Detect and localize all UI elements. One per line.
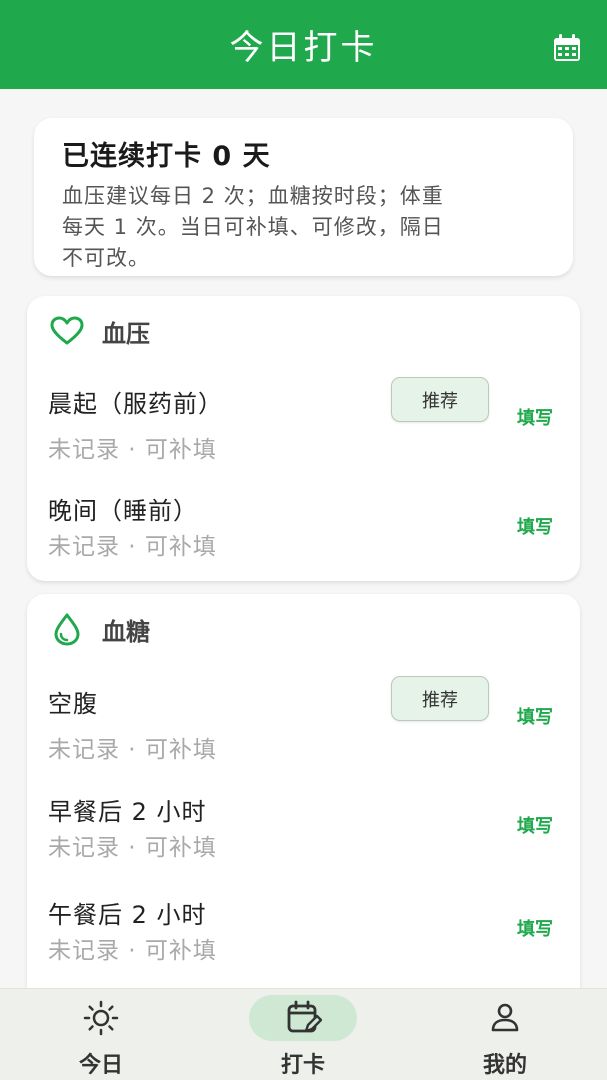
fill-button[interactable]: 填写: [517, 812, 553, 838]
calendar-icon: [554, 34, 580, 61]
entry-name: 空腹: [48, 690, 98, 718]
entry-status: 未记录 · 可补填: [48, 835, 217, 861]
entry-name: 晚间（睡前）: [48, 497, 198, 525]
recommend-badge[interactable]: 推荐: [391, 377, 489, 422]
fill-button[interactable]: 填写: [517, 703, 553, 729]
nav-label: 我的: [482, 1053, 527, 1078]
entry-bp-morning: 晨起（服药前） 未记录 · 可补填 推荐 填写: [48, 377, 568, 464]
fill-button[interactable]: 填写: [517, 513, 553, 539]
calendar-button[interactable]: [551, 32, 583, 64]
entry-status: 未记录 · 可补填: [48, 534, 217, 560]
blood-sugar-card: 血糖 空腹 未记录 · 可补填 推荐 填写 早餐后 2 小时 未记录 · 可补填…: [27, 594, 580, 1014]
entry-name: 晨起（服药前）: [48, 390, 223, 418]
nav-icon-container: [451, 995, 559, 1041]
entry-status: 未记录 · 可补填: [48, 437, 217, 463]
entry-name: 午餐后 2 小时: [48, 901, 207, 929]
blood-pressure-card: 血压 晨起（服药前） 未记录 · 可补填 推荐 填写 晚间（睡前） 未记录 · …: [27, 296, 580, 581]
streak-title: 已连续打卡 0 天: [62, 141, 271, 172]
sun-icon: [83, 1000, 119, 1036]
heart-icon: [50, 314, 84, 348]
nav-item-today[interactable]: 今日: [31, 989, 171, 1080]
section-header-blood-sugar: 血糖: [50, 612, 150, 646]
section-title: 血压: [102, 319, 150, 348]
bottom-navigation: 今日 打卡 我的: [0, 988, 607, 1080]
streak-desc-line: 不可改。: [62, 246, 150, 270]
section-header-blood-pressure: 血压: [50, 314, 150, 348]
entry-name: 早餐后 2 小时: [48, 798, 207, 826]
nav-item-mine[interactable]: 我的: [435, 989, 575, 1080]
entry-bs-fasting: 空腹 未记录 · 可补填 推荐 填写: [48, 676, 568, 764]
calendar-edit-icon: [287, 1000, 322, 1033]
drop-icon: [50, 612, 84, 646]
nav-item-checkin[interactable]: 打卡: [233, 989, 373, 1080]
streak-card: 已连续打卡 0 天 血压建议每日 2 次；血糖按时段；体重 每天 1 次。当日可…: [34, 118, 573, 276]
nav-icon-container: [249, 995, 357, 1041]
page-title: 今日打卡: [229, 28, 378, 68]
section-title: 血糖: [102, 617, 150, 646]
entry-bs-after-lunch: 午餐后 2 小时 未记录 · 可补填 填写: [48, 895, 568, 975]
entry-bs-after-breakfast: 早餐后 2 小时 未记录 · 可补填 填写: [48, 792, 568, 872]
entry-status: 未记录 · 可补填: [48, 737, 217, 763]
entry-bp-evening: 晚间（睡前） 未记录 · 可补填 填写: [48, 491, 568, 571]
fill-button[interactable]: 填写: [517, 404, 553, 430]
person-icon: [491, 1003, 519, 1032]
nav-label: 打卡: [280, 1053, 325, 1078]
recommend-badge[interactable]: 推荐: [391, 676, 489, 721]
top-app-bar: 今日打卡: [0, 0, 607, 89]
nav-label: 今日: [78, 1053, 123, 1078]
nav-icon-container: [47, 995, 155, 1041]
streak-desc-line: 每天 1 次。当日可补填、可修改，隔日: [62, 215, 444, 239]
fill-button[interactable]: 填写: [517, 915, 553, 941]
entry-status: 未记录 · 可补填: [48, 938, 217, 964]
streak-description: 血压建议每日 2 次；血糖按时段；体重 每天 1 次。当日可补填、可修改，隔日 …: [62, 181, 545, 274]
streak-desc-line: 血压建议每日 2 次；血糖按时段；体重: [62, 184, 444, 208]
app-root: 今日打卡 已连续打卡 0 天 血压建议每日 2 次；血糖按时段；体重 每天 1 …: [0, 0, 607, 1080]
